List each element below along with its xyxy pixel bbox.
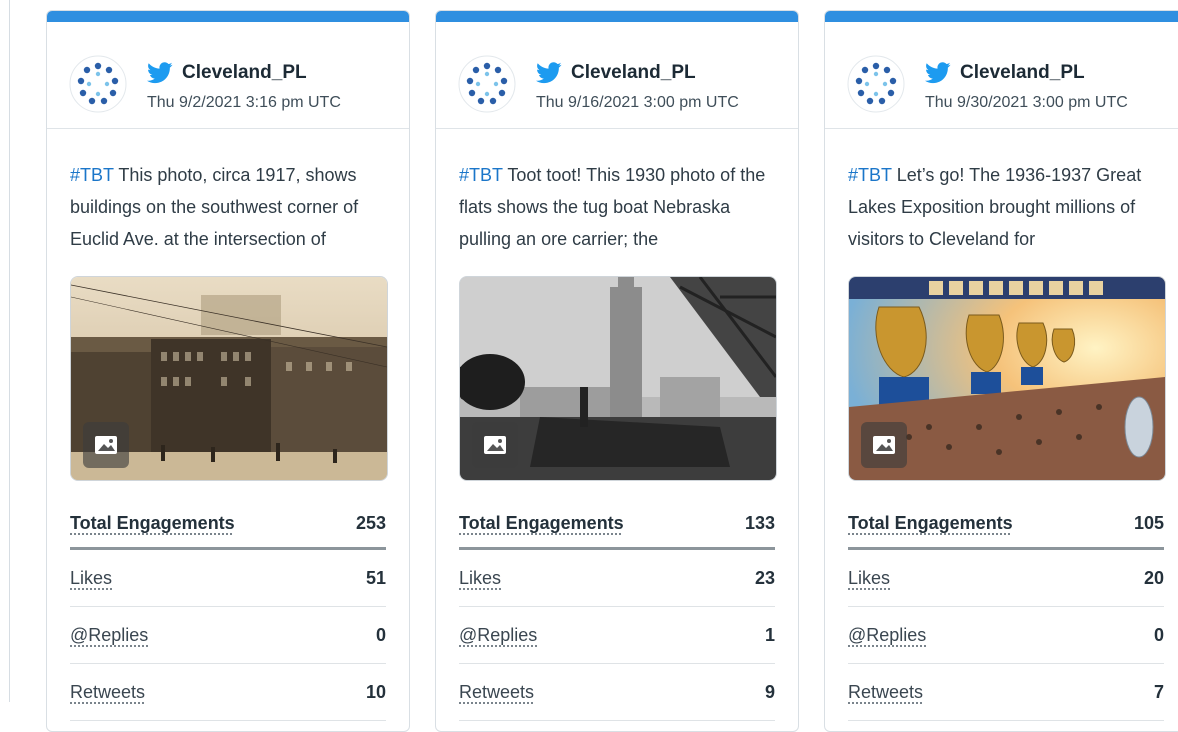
left-divider bbox=[9, 0, 10, 702]
card-header: Cleveland_PL Thu 9/2/2021 3:16 pm UTC bbox=[47, 22, 409, 129]
stat-value: 51 bbox=[366, 568, 386, 589]
card-accent-bar bbox=[825, 11, 1178, 22]
stat-retweets: Retweets 7 bbox=[848, 664, 1164, 721]
stat-label[interactable]: Retweets bbox=[848, 682, 923, 703]
post-photo[interactable] bbox=[848, 276, 1166, 481]
post-photo[interactable] bbox=[459, 276, 777, 481]
stat-replies: @Replies 0 bbox=[848, 607, 1164, 664]
post-card[interactable]: Cleveland_PL Thu 9/16/2021 3:00 pm UTC #… bbox=[435, 10, 799, 732]
stat-label[interactable]: @Replies bbox=[848, 625, 926, 646]
stat-total-engagements: Total Engagements 253 bbox=[70, 499, 386, 550]
stat-label[interactable]: Likes bbox=[459, 568, 501, 589]
stat-likes: Likes 23 bbox=[459, 550, 775, 607]
post-timestamp: Thu 9/2/2021 3:16 pm UTC bbox=[147, 94, 341, 112]
stat-label[interactable]: @Replies bbox=[459, 625, 537, 646]
card-accent-bar bbox=[436, 11, 798, 22]
account-handle[interactable]: Cleveland_PL bbox=[182, 62, 307, 84]
twitter-bird-icon bbox=[147, 62, 173, 84]
stat-label[interactable]: Retweets bbox=[70, 682, 145, 703]
stat-value: 0 bbox=[1154, 625, 1164, 646]
stat-label[interactable]: @Replies bbox=[70, 625, 148, 646]
stat-total-engagements: Total Engagements 105 bbox=[848, 499, 1164, 550]
post-body: Let’s go! The 1936-1937 Great Lakes Expo… bbox=[848, 165, 1141, 249]
cpl-logo-icon[interactable] bbox=[458, 55, 516, 113]
stat-label[interactable]: Retweets bbox=[459, 682, 534, 703]
post-photo[interactable] bbox=[70, 276, 388, 481]
hashtag-link[interactable]: #TBT bbox=[848, 165, 892, 185]
stat-replies: @Replies 0 bbox=[70, 607, 386, 664]
post-body: This photo, circa 1917, shows buildings … bbox=[70, 165, 358, 249]
stat-value: 133 bbox=[745, 513, 775, 534]
stat-value: 7 bbox=[1154, 682, 1164, 703]
post-timestamp: Thu 9/16/2021 3:00 pm UTC bbox=[536, 94, 739, 112]
stat-label[interactable]: Total Engagements bbox=[848, 513, 1013, 534]
cpl-logo-icon[interactable] bbox=[69, 55, 127, 113]
hashtag-link[interactable]: #TBT bbox=[459, 165, 503, 185]
card-header: Cleveland_PL Thu 9/30/2021 3:00 pm UTC bbox=[825, 22, 1178, 129]
card-header: Cleveland_PL Thu 9/16/2021 3:00 pm UTC bbox=[436, 22, 798, 129]
post-text: #TBT Let’s go! The 1936-1937 Great Lakes… bbox=[848, 159, 1166, 255]
stat-value: 9 bbox=[765, 682, 775, 703]
stat-total-engagements: Total Engagements 133 bbox=[459, 499, 775, 550]
stat-likes: Likes 51 bbox=[70, 550, 386, 607]
engagement-stats: Total Engagements 253 Likes 51 @Replies … bbox=[70, 499, 386, 721]
post-card[interactable]: Cleveland_PL Thu 9/2/2021 3:16 pm UTC #T… bbox=[46, 10, 410, 732]
stat-retweets: Retweets 10 bbox=[70, 664, 386, 721]
stat-value: 1 bbox=[765, 625, 775, 646]
stat-label[interactable]: Total Engagements bbox=[459, 513, 624, 534]
card-accent-bar bbox=[47, 11, 409, 22]
hashtag-link[interactable]: #TBT bbox=[70, 165, 114, 185]
stat-replies: @Replies 1 bbox=[459, 607, 775, 664]
post-card[interactable]: Cleveland_PL Thu 9/30/2021 3:00 pm UTC #… bbox=[824, 10, 1178, 732]
image-icon[interactable] bbox=[861, 422, 907, 468]
post-text: #TBT Toot toot! This 1930 photo of the f… bbox=[459, 159, 777, 255]
stat-likes: Likes 20 bbox=[848, 550, 1164, 607]
twitter-bird-icon bbox=[925, 62, 951, 84]
stat-value: 253 bbox=[356, 513, 386, 534]
account-handle[interactable]: Cleveland_PL bbox=[960, 62, 1085, 84]
image-icon[interactable] bbox=[83, 422, 129, 468]
stat-retweets: Retweets 9 bbox=[459, 664, 775, 721]
stat-value: 105 bbox=[1134, 513, 1164, 534]
twitter-bird-icon bbox=[536, 62, 562, 84]
stat-label[interactable]: Total Engagements bbox=[70, 513, 235, 534]
engagement-stats: Total Engagements 105 Likes 20 @Replies … bbox=[848, 499, 1164, 721]
account-handle[interactable]: Cleveland_PL bbox=[571, 62, 696, 84]
post-text: #TBT This photo, circa 1917, shows build… bbox=[70, 159, 388, 255]
image-icon[interactable] bbox=[472, 422, 518, 468]
post-timestamp: Thu 9/30/2021 3:00 pm UTC bbox=[925, 94, 1128, 112]
stat-label[interactable]: Likes bbox=[70, 568, 112, 589]
stat-value: 0 bbox=[376, 625, 386, 646]
stat-value: 23 bbox=[755, 568, 775, 589]
stat-label[interactable]: Likes bbox=[848, 568, 890, 589]
stat-value: 10 bbox=[366, 682, 386, 703]
stat-value: 20 bbox=[1144, 568, 1164, 589]
engagement-stats: Total Engagements 133 Likes 23 @Replies … bbox=[459, 499, 775, 721]
cpl-logo-icon[interactable] bbox=[847, 55, 905, 113]
